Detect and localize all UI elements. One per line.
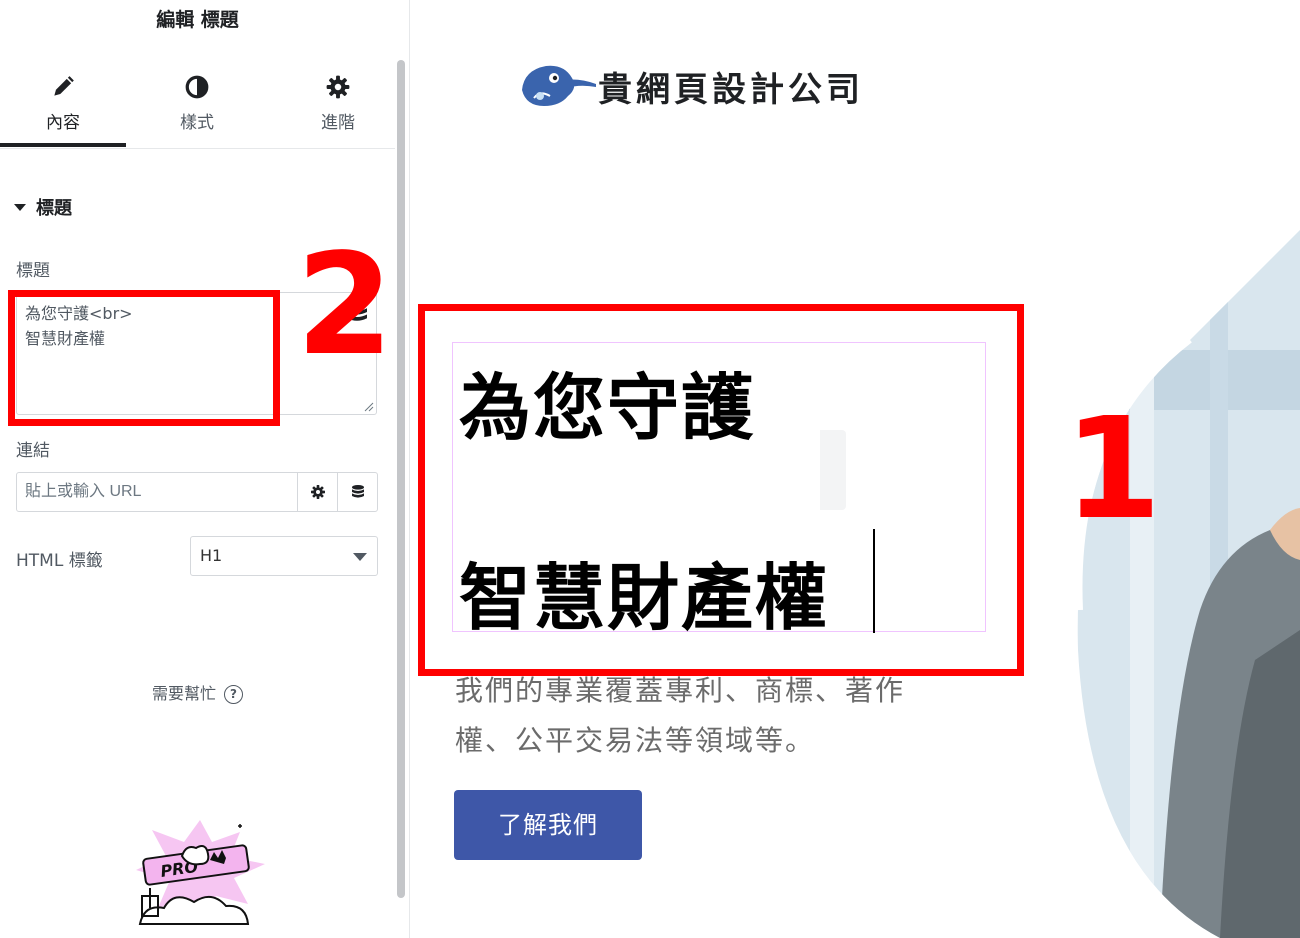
link-control xyxy=(16,472,378,512)
tab-style-label: 樣式 xyxy=(180,113,214,133)
panel-title: 編輯 標題 xyxy=(156,9,239,31)
help-text: 需要幫忙 xyxy=(151,684,216,703)
help-link[interactable]: 需要幫忙? xyxy=(0,680,395,704)
annotation-number-2: 2 xyxy=(296,224,394,387)
contrast-icon xyxy=(185,75,209,99)
tab-advanced[interactable]: 進階 xyxy=(275,56,401,146)
tab-content-label: 內容 xyxy=(46,113,80,133)
tab-content[interactable]: 內容 xyxy=(0,56,126,147)
hero-portrait-image xyxy=(1076,230,1300,938)
tab-advanced-label: 進階 xyxy=(321,113,355,133)
pro-promo-illustration: PRO xyxy=(136,820,265,925)
gear-icon xyxy=(326,75,350,99)
annotation-number-1: 1 xyxy=(1064,388,1162,551)
chameleon-logo-icon xyxy=(522,65,596,106)
link-options-button[interactable] xyxy=(297,473,338,511)
title-field-label: 標題 xyxy=(16,261,50,281)
panel-tabs: 內容 樣式 進階 xyxy=(0,56,395,149)
learn-more-button[interactable]: 了解我們 xyxy=(454,790,642,860)
chevron-down-icon xyxy=(353,553,367,561)
editor-panel: 編輯 標題 內容 樣式 進階 標題 標題 為您守護<br> 智慧財產權 連結 貼… xyxy=(0,0,410,938)
resize-handle-icon[interactable] xyxy=(364,402,374,412)
link-dynamic-tags-button[interactable] xyxy=(337,473,378,511)
link-url-input[interactable] xyxy=(17,473,313,511)
html-tag-label: HTML 標籤 xyxy=(16,551,103,571)
logo-text: 貴網頁設計公司 xyxy=(598,70,864,110)
link-field-label: 連結 xyxy=(16,441,50,461)
description-text: 我們的專業覆蓋專利、商標、著作權、公平交易法等領域等。 xyxy=(455,674,906,757)
html-tag-value: H1 xyxy=(200,546,223,565)
gear-icon xyxy=(311,485,325,499)
database-icon xyxy=(352,485,364,498)
section-title-toggle[interactable]: 標題 xyxy=(14,194,72,220)
annotation-box-2 xyxy=(8,290,280,426)
panel-scrollbar[interactable] xyxy=(397,60,405,898)
caret-down-icon xyxy=(14,203,26,211)
site-logo[interactable]: 貴網頁設計公司 xyxy=(520,56,880,112)
pencil-icon xyxy=(54,76,74,96)
tab-style[interactable]: 樣式 xyxy=(134,56,260,146)
question-icon: ? xyxy=(224,685,243,704)
section-title-label: 標題 xyxy=(36,198,72,219)
annotation-box-1 xyxy=(418,304,1024,676)
html-tag-select[interactable]: H1 xyxy=(190,536,378,576)
